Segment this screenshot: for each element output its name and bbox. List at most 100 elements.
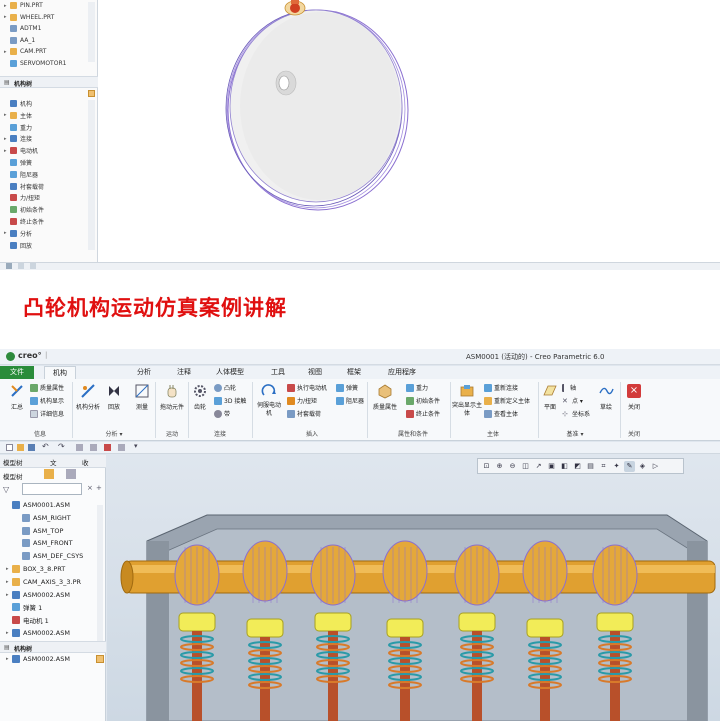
drag-components-button[interactable]: 拖动元件 — [158, 383, 186, 411]
tree-item[interactable]: ▸ CAM.PRT — [4, 46, 46, 57]
display-icon[interactable]: ◈ — [637, 461, 648, 472]
reconnect-button[interactable]: 重新连接 — [484, 383, 518, 392]
expand-icon[interactable]: ▸ — [4, 14, 9, 20]
tree-item[interactable]: ▸ BOX_3_8.PRT — [6, 563, 65, 575]
tree-item[interactable]: 弹簧 — [4, 157, 32, 168]
gravity-button[interactable]: 重力 — [406, 383, 428, 392]
expand-icon[interactable]: ▸ — [4, 230, 9, 236]
tree-item[interactable]: SERVOMOTOR1 — [4, 58, 66, 69]
save-icon[interactable] — [28, 444, 35, 451]
expand-icon[interactable]: ▸ — [4, 3, 9, 9]
filter-icon[interactable]: ▽ — [3, 485, 9, 494]
tab-manikin[interactable]: 人体模型 — [206, 366, 254, 379]
repaint-icon[interactable]: ◫ — [520, 461, 531, 472]
refit-icon[interactable]: ⊡ — [481, 461, 492, 472]
tree-item[interactable]: 衬套载荷 — [4, 181, 44, 192]
pin-icon[interactable] — [88, 90, 95, 97]
tree-item[interactable]: ▸ 主体 — [4, 110, 32, 121]
tree-search-input[interactable] — [22, 483, 82, 495]
mech-tree-header[interactable]: 机构树 ▤ — [0, 76, 98, 88]
tree-item[interactable]: 机构 — [4, 98, 32, 109]
tab-mechanism[interactable]: 机构 — [44, 366, 76, 379]
spin-center-icon[interactable]: ✦ — [611, 461, 622, 472]
reorient-icon[interactable]: ↗ — [533, 461, 544, 472]
spring-button[interactable]: 弹簧 — [336, 383, 358, 392]
top-tree-scrollbar[interactable] — [88, 2, 95, 62]
tree-item[interactable]: ASM_DEF_CSYS — [16, 550, 83, 562]
perspective-icon[interactable]: ◩ — [572, 461, 583, 472]
expand-icon[interactable]: ▸ — [4, 49, 9, 55]
force-torque-button[interactable]: 力/扭矩 — [287, 396, 317, 405]
tree-filter-icon[interactable] — [44, 469, 54, 479]
tree-item[interactable]: ▸ PIN.PRT — [4, 0, 43, 11]
details-button[interactable]: 详细信息 — [30, 409, 64, 418]
mass-props-button[interactable]: 质量属性 — [30, 383, 64, 392]
expand-icon[interactable]: ▸ — [4, 136, 9, 142]
tree-item[interactable]: ASM_TOP — [16, 525, 63, 537]
tree-item[interactable]: ▸ASM0002.ASM — [6, 589, 70, 601]
expand-icon[interactable]: ▸ — [4, 112, 9, 118]
gear-button[interactable]: 齿轮 — [190, 383, 210, 411]
tree-item[interactable]: 力/扭矩 — [4, 192, 40, 203]
tree-item[interactable]: ▸ASM0002.ASM — [6, 653, 70, 665]
pin-icon[interactable] — [96, 655, 104, 663]
add-icon[interactable]: + — [96, 484, 102, 492]
play-icon[interactable]: ▷ — [650, 461, 661, 472]
terminate-cond-button[interactable]: 终止条件 — [406, 409, 440, 418]
3d-contact-button[interactable]: 3D 接触 — [214, 396, 246, 405]
playback-button[interactable]: 回放 — [104, 383, 124, 411]
qat-dropdown-icon[interactable]: ▾ — [134, 442, 138, 450]
zoom-in-icon[interactable]: ⊕ — [494, 461, 505, 472]
tree-item[interactable]: 初始条件 — [4, 204, 44, 215]
zoom-out-icon[interactable]: ⊖ — [507, 461, 518, 472]
redefine-body-button[interactable]: 重新定义主体 — [484, 396, 530, 405]
mech-display-button[interactable]: 机构显示 — [30, 396, 64, 405]
search-clear-icon[interactable]: × — [87, 484, 93, 492]
measure-button[interactable]: 测量 — [132, 383, 152, 411]
section-icon[interactable]: ▤ — [585, 461, 596, 472]
mech-tree-scrollbar[interactable] — [88, 100, 95, 250]
display-style-icon[interactable]: ◧ — [559, 461, 570, 472]
mass-props-big-button[interactable]: 质量属性 — [370, 383, 400, 411]
sketch-button[interactable]: 草绘 — [596, 383, 616, 411]
csys-button[interactable]: ⊹ 坐标系 — [562, 409, 590, 419]
tree-item[interactable]: ASM_RIGHT — [16, 512, 71, 524]
tab-favorites[interactable]: 收 — [82, 457, 89, 467]
cam-button[interactable]: 凸轮 — [214, 383, 236, 392]
close-button[interactable]: × 关闭 — [624, 383, 644, 411]
tree-item[interactable]: ▸ 电动机 — [4, 145, 38, 156]
mech-analysis-button[interactable]: 机构分析 — [74, 383, 102, 411]
annotation-display-icon[interactable]: ✎ — [624, 460, 635, 472]
new-icon[interactable] — [6, 444, 13, 451]
tree-item[interactable]: 终止条件 — [4, 216, 44, 227]
tree-item[interactable]: ▸ WHEEL.PRT — [4, 12, 54, 23]
plane-button[interactable]: 平面 — [540, 383, 560, 411]
tree-item[interactable]: 电动机 1 — [6, 614, 49, 626]
mech-tree-header-bottom[interactable]: ▤ 机构树 — [0, 641, 106, 653]
tree-settings-icon[interactable] — [66, 469, 76, 479]
tab-file[interactable]: 文件 — [0, 366, 34, 379]
initial-cond-button[interactable]: 初始条件 — [406, 396, 440, 405]
highlight-body-button[interactable]: 突出显示主体 — [452, 383, 482, 418]
tree-item[interactable]: ADTM1 — [4, 23, 41, 34]
servo-motor-button[interactable]: 伺服电动机 — [255, 383, 283, 418]
tab-tools[interactable]: 工具 — [262, 366, 294, 379]
bushing-load-button[interactable]: 衬套载荷 — [287, 409, 321, 418]
model-tree-scrollbar[interactable] — [97, 505, 103, 641]
tree-item[interactable]: ▸ASM0002.ASM — [6, 627, 70, 639]
tab-view[interactable]: 视图 — [299, 366, 331, 379]
close-window-icon[interactable] — [104, 444, 111, 451]
tab-analysis[interactable]: 分析 — [128, 366, 160, 379]
tree-item[interactable]: 弹簧 1 — [6, 601, 42, 613]
graphics-viewport[interactable] — [107, 455, 720, 721]
tree-item[interactable]: ▸ CAM_AXIS_3_3.PR — [6, 576, 81, 588]
window-icon[interactable] — [90, 444, 97, 451]
tab-applications[interactable]: 应用程序 — [380, 366, 424, 379]
tree-item[interactable]: AA_1 — [4, 35, 35, 46]
tab-model-tree[interactable]: 模型树 — [3, 457, 23, 467]
saved-views-icon[interactable]: ▣ — [546, 461, 557, 472]
tab-annotate[interactable]: 注释 — [168, 366, 200, 379]
tree-item[interactable]: 重力 — [4, 122, 32, 133]
open-icon[interactable] — [17, 444, 24, 451]
tree-item[interactable]: 阻尼器 — [4, 169, 38, 180]
